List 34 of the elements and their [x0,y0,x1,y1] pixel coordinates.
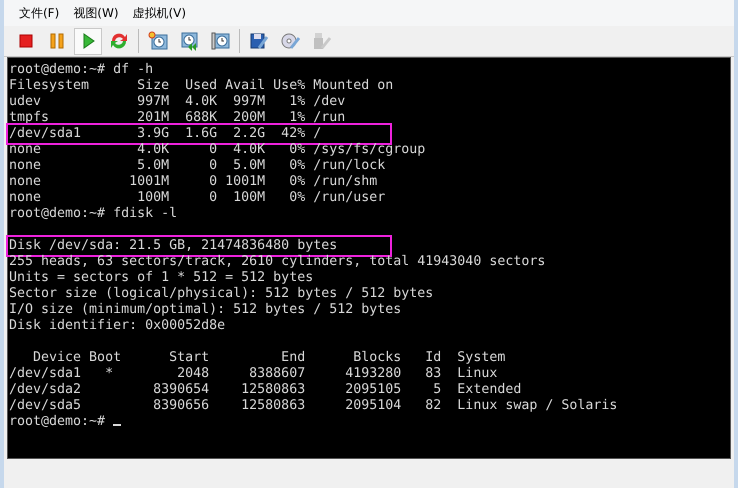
terminal-line: tmpfs 201M 688K 200M 1% /run [9,110,346,126]
terminal-line: Filesystem Size Used Avail Use% Mounted on [9,78,394,94]
disc-wrench-icon [280,31,300,51]
stop-icon [17,32,35,50]
terminal-line: /dev/sda5 8390656 12580863 2095104 82 Linux swap / Solaris [9,398,618,414]
terminal-line: none 5.0M 0 5.0M 0% /run/lock [9,158,386,174]
pause-icon [48,32,66,50]
terminal-line: I/O size (minimum/optimal): 512 bytes / 512 bytes [9,302,402,318]
terminal-line: Disk /dev/sda: 21.5 GB, 21474836480 bytes [9,238,390,254]
terminal-line: root@demo:~# df -h [9,62,154,78]
terminal-line: Sector size (logical/physical): 512 bytes / 512 bytes [9,286,434,302]
refresh-icon [109,31,129,51]
clock-wrench-icon [210,31,230,51]
terminal-line: none 4.0K 0 4.0K 0% /sys/fs/cgroup [9,142,426,158]
menu-item[interactable]: 文件(F) [14,2,64,24]
terminal-prompt: root@demo:~# [9,414,106,430]
terminal-line: /dev/sda2 8390654 12580863 2095105 5 Extended [9,382,522,398]
terminal-line: none 100M 0 100M 0% /run/user [9,190,386,206]
terminal-line: /dev/sda1 3.9G 1.6G 2.2G 42% / [9,126,390,142]
clock-rewind-icon [179,31,199,51]
menu-item[interactable]: 视图(W) [68,2,124,24]
usb-wrench-icon [311,31,331,51]
clock-icon [148,31,168,51]
floppy-wrench-icon [249,31,269,51]
terminal-line: root@demo:~# fdisk -l [9,206,178,222]
menu-item[interactable]: 虚拟机(V) [128,2,192,24]
terminal-line: 255 heads, 63 sectors/track, 2610 cylinders, total 41943040 sectors [9,254,546,270]
terminal-line: Disk identifier: 0x00052d8e [9,318,226,334]
terminal-line: none 1001M 0 1001M 0% /run/shm [9,174,378,190]
terminal-line: Units = sectors of 1 * 512 = 512 bytes [9,270,314,286]
terminal-line: udev 997M 4.0K 997M 1% /dev [9,94,346,110]
terminal-line: /dev/sda1 * 2048 8388607 4193280 83 Linux [9,366,498,382]
terminal-line: Device Boot Start End Blocks Id System [32,350,506,366]
play-button[interactable] [74,28,102,54]
